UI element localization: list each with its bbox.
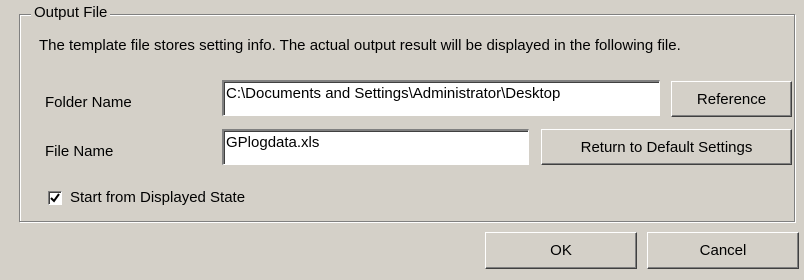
- file-name-label: File Name: [45, 143, 114, 160]
- folder-name-input[interactable]: C:\Documents and Settings\Administrator\…: [222, 80, 660, 116]
- folder-name-label: Folder Name: [45, 94, 132, 111]
- description-text: The template file stores setting info. T…: [39, 37, 681, 54]
- checkbox-box[interactable]: [48, 191, 62, 205]
- group-title: Output File: [31, 4, 111, 22]
- reference-button[interactable]: Reference: [671, 81, 792, 117]
- checkmark-icon: [50, 193, 60, 203]
- start-option-label: Start from Displayed State: [70, 189, 246, 206]
- return-default-button[interactable]: Return to Default Settings: [541, 129, 792, 165]
- file-name-input[interactable]: GPlogdata.xls: [222, 129, 529, 165]
- start-from-displayed-state-checkbox[interactable]: Start from Displayed State: [48, 189, 245, 207]
- cancel-button[interactable]: Cancel: [647, 232, 799, 269]
- ok-button[interactable]: OK: [485, 232, 637, 269]
